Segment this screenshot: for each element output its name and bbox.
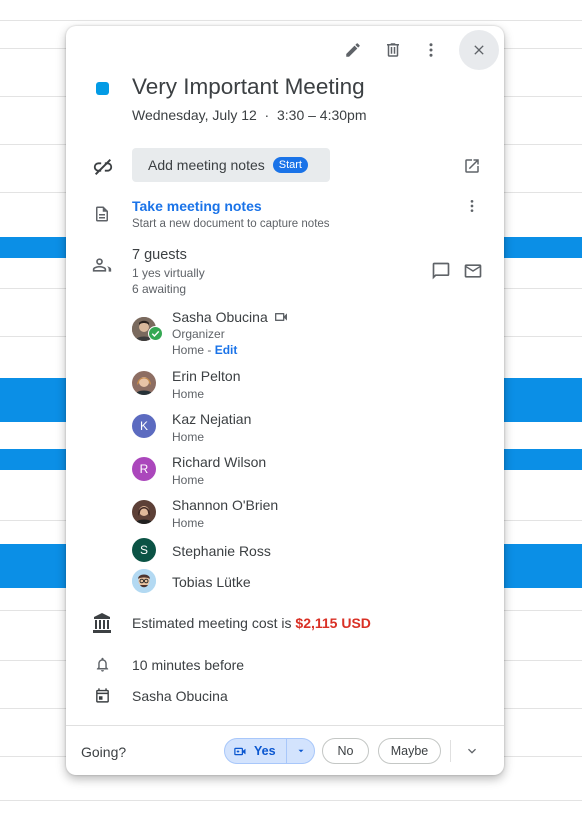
take-notes-subtitle: Start a new document to capture notes bbox=[132, 218, 330, 230]
guest-avatar-initial: K bbox=[132, 414, 156, 438]
event-details-popover: Very Important Meeting Wednesday, July 1… bbox=[66, 26, 504, 775]
chat-guests-icon[interactable] bbox=[431, 261, 451, 281]
guest-name: Shannon O'Brien bbox=[172, 497, 279, 513]
guest-location: Home bbox=[172, 516, 205, 530]
close-button[interactable] bbox=[459, 30, 499, 70]
guest-name: Stephanie Ross bbox=[172, 543, 271, 559]
more-options-button[interactable] bbox=[413, 32, 449, 68]
document-icon bbox=[93, 205, 111, 223]
more-vert-icon bbox=[429, 43, 433, 57]
close-icon bbox=[474, 45, 484, 55]
edit-location-link[interactable]: Edit bbox=[215, 343, 238, 357]
guest-count: 7 guests bbox=[132, 247, 187, 263]
separator-dash: - bbox=[207, 343, 215, 357]
rsvp-yes-group: Yes bbox=[224, 738, 315, 764]
guest-name: Erin Pelton bbox=[172, 368, 241, 384]
guest-name: Tobias Lütke bbox=[172, 574, 251, 590]
bell-icon bbox=[94, 656, 111, 673]
event-title: Very Important Meeting bbox=[132, 74, 365, 99]
add-meeting-notes-label: Add meeting notes bbox=[148, 157, 265, 173]
add-meeting-notes-button[interactable]: Add meeting notes Start bbox=[132, 148, 330, 182]
guest-name: Kaz Nejatian bbox=[172, 411, 252, 427]
guest-avatar-photo bbox=[132, 371, 156, 395]
building-cost-icon bbox=[90, 611, 114, 635]
email-guests-icon[interactable] bbox=[463, 261, 483, 281]
rsvp-no-button[interactable]: No bbox=[322, 738, 369, 764]
video-camera-icon bbox=[273, 309, 289, 325]
accepted-check-icon bbox=[148, 326, 163, 341]
grid-line bbox=[0, 20, 582, 21]
meeting-cost-label: Estimated meeting cost is bbox=[132, 615, 296, 631]
meeting-cost: Estimated meeting cost is $2,115 USD bbox=[132, 615, 371, 631]
reminder-text: 10 minutes before bbox=[132, 657, 245, 673]
guest-location: Home bbox=[172, 343, 205, 357]
guest-name: Sasha Obucina bbox=[172, 309, 268, 325]
caret-down-icon bbox=[298, 749, 303, 753]
notes-more-icon[interactable] bbox=[464, 198, 480, 214]
guest-location: Home bbox=[172, 430, 205, 444]
guest-avatar-photo bbox=[132, 569, 156, 593]
guests-yes-line: 1 yes virtually bbox=[132, 266, 205, 280]
take-meeting-notes-link[interactable]: Take meeting notes bbox=[132, 198, 262, 214]
trash-icon bbox=[387, 43, 399, 57]
calendar-icon bbox=[94, 687, 111, 704]
guest-location: Home bbox=[172, 473, 205, 487]
footer-vertical-divider bbox=[450, 740, 451, 762]
start-badge: Start bbox=[272, 157, 308, 173]
pencil-icon bbox=[346, 43, 360, 57]
guest-location-line: Home - Edit bbox=[172, 343, 237, 357]
guest-location: Home bbox=[172, 387, 205, 401]
guest-role: Organizer bbox=[172, 327, 225, 341]
footer-divider bbox=[66, 725, 504, 726]
calendar-owner: Sasha Obucina bbox=[132, 688, 228, 704]
edit-button[interactable] bbox=[335, 32, 371, 68]
people-icon bbox=[92, 255, 112, 275]
event-datetime: Wednesday, July 12 · 3:30 – 4:30pm bbox=[132, 107, 367, 123]
guest-avatar-initial: R bbox=[132, 457, 156, 481]
guest-avatar-photo bbox=[132, 500, 156, 524]
chevron-down-icon[interactable] bbox=[464, 743, 480, 759]
open-in-new-icon[interactable] bbox=[463, 157, 481, 175]
grid-line bbox=[0, 800, 582, 801]
meeting-cost-value: $2,115 USD bbox=[295, 615, 371, 631]
guests-awaiting-line: 6 awaiting bbox=[132, 282, 187, 296]
going-label: Going? bbox=[81, 744, 127, 760]
guest-avatar-initial: S bbox=[132, 538, 156, 562]
rsvp-yes-dropdown[interactable] bbox=[287, 739, 314, 763]
event-color-swatch bbox=[96, 82, 109, 95]
delete-button[interactable] bbox=[375, 32, 411, 68]
guest-name: Richard Wilson bbox=[172, 454, 267, 470]
rsvp-yes-button[interactable]: Yes bbox=[225, 739, 287, 763]
link-off-icon bbox=[92, 156, 114, 178]
rsvp-maybe-button[interactable]: Maybe bbox=[378, 738, 441, 764]
rsvp-yes-label: Yes bbox=[254, 744, 276, 758]
video-join-icon bbox=[234, 747, 246, 755]
